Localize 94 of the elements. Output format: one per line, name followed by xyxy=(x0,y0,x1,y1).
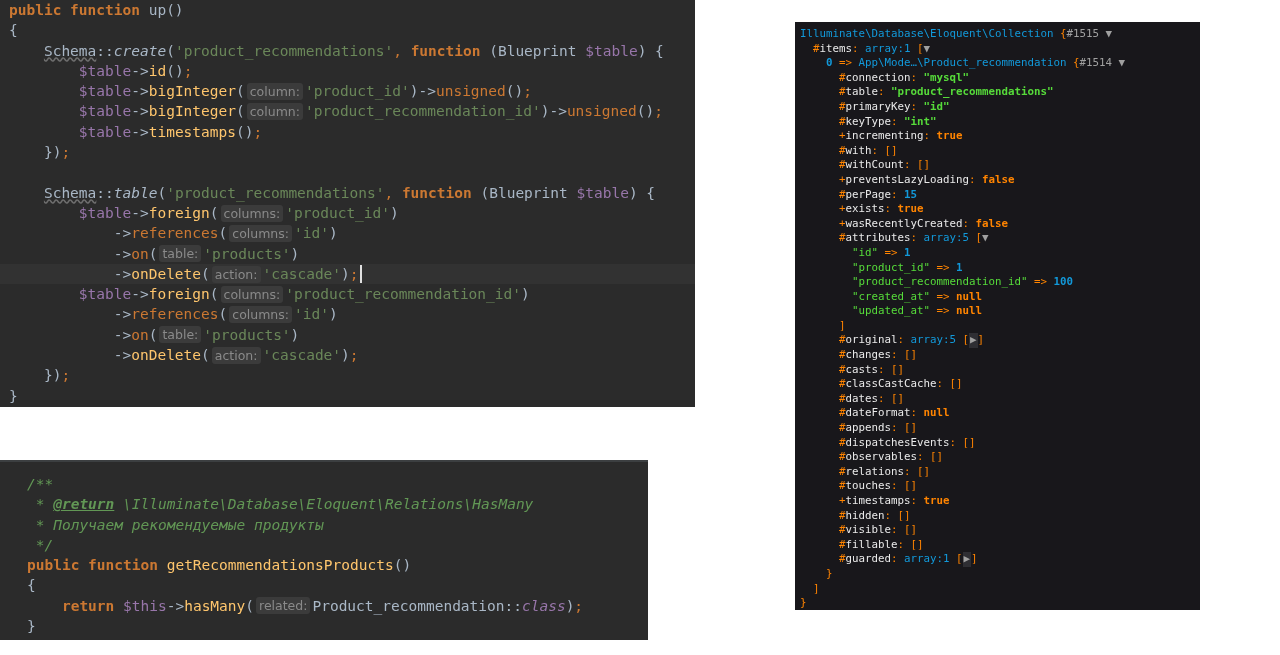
code-text: public function up() xyxy=(9,1,184,20)
parameter-hint: columns: xyxy=(229,306,292,324)
dump-text: "product_id" => 1 xyxy=(851,260,963,276)
dump-text: } xyxy=(800,596,807,611)
parameter-hint: column: xyxy=(246,103,303,121)
code-text: ->onDelete( xyxy=(112,264,210,284)
dump-text: +exists: true xyxy=(838,202,924,217)
code-text: Schema::table('product_recommendations', function (Blueprint $table) { xyxy=(42,183,656,203)
code-text: 'product_id') xyxy=(285,203,399,224)
dump-text: #appends: [] xyxy=(838,421,918,436)
dump-text: #items: array:1 [▼ xyxy=(812,41,931,57)
dump-text: #keyType: "int" xyxy=(838,114,937,130)
dump-text: #connection: "mysql" xyxy=(838,70,970,86)
dump-text: "product_recommendation_id" => 100 xyxy=(851,275,1074,290)
dump-text: #visible: [] xyxy=(838,523,918,538)
dump-text: #withCount: [] xyxy=(838,158,931,173)
dump-text: #table: "product_recommendations" xyxy=(838,85,1054,100)
dump-text: #fillable: [] xyxy=(838,537,924,553)
code-text: * @return \Illuminate\Database\Eloquent\Relations\HasMany xyxy=(34,495,534,515)
parameter-hint: columns: xyxy=(220,285,284,303)
code-text: ->references( xyxy=(112,305,228,325)
code-text: }); xyxy=(42,366,71,386)
parameter-hint: columns: xyxy=(220,204,284,222)
dump-text: ] xyxy=(812,581,820,597)
code-text: 'products') xyxy=(203,244,300,264)
code-text: $table->bigInteger( xyxy=(77,82,245,102)
dump-text: +timestamps: true xyxy=(838,494,950,509)
code-text: $table->foreign( xyxy=(77,285,219,305)
parameter-hint: action: xyxy=(211,265,261,283)
code-text: Schema::create('product_recommendations', function (Blueprint $table) { xyxy=(42,41,664,61)
dump-text: #casts: [] xyxy=(838,362,905,378)
dump-text: #touches: [] xyxy=(838,479,918,494)
code-text: /** xyxy=(27,475,54,494)
code-text: $table->id(); xyxy=(77,61,193,81)
code-text: Product_recommendation::class); xyxy=(312,596,584,617)
code-text: $table->foreign( xyxy=(77,203,219,223)
dump-text: +incrementing: true xyxy=(838,129,963,144)
dump-text: #attributes: array:5 [▼ xyxy=(838,231,989,246)
dump-text: #dates: [] xyxy=(838,391,905,407)
dump-text: +wasRecentlyCreated: false xyxy=(838,216,1009,232)
parameter-hint: table: xyxy=(159,245,202,263)
code-text: * Получаем рекомендуемые продукты xyxy=(34,515,324,535)
dump-text: +preventsLazyLoading: false xyxy=(838,172,1015,188)
code-text: { xyxy=(9,21,18,41)
parameter-hint: table: xyxy=(159,326,202,344)
dump-text: #perPage: 15 xyxy=(838,187,918,203)
dump-text: #changes: [] xyxy=(838,348,918,363)
dump-text: Illuminate\Database\Eloquent\Collection {#1515 ▼ xyxy=(800,27,1113,42)
text-cursor xyxy=(359,265,362,283)
code-text: 'product_recommendation_id') xyxy=(285,285,530,305)
dump-text: #hidden: [] xyxy=(838,508,911,524)
code-text: $table->bigInteger( xyxy=(77,102,245,122)
dump-text: 0 => App\Mode…\Product_recommendation {#1514 ▼ xyxy=(825,56,1126,71)
dump-text: } xyxy=(825,566,833,582)
code-text: $table->timestamps(); xyxy=(77,122,263,142)
code-text: }); xyxy=(42,143,71,163)
code-text: */ xyxy=(34,535,54,555)
expand-button[interactable]: ▶ xyxy=(962,552,972,567)
code-text: ->references( xyxy=(112,224,228,244)
dump-text: "updated_at" => null xyxy=(851,304,983,319)
dump-text: #relations: [] xyxy=(838,464,931,480)
dump-text: #dispatchesEvents: [] xyxy=(838,435,976,451)
expand-button[interactable]: ▶ xyxy=(969,333,978,349)
dump-text: #original: array:5 [ xyxy=(838,333,970,349)
code-text: ->on( xyxy=(112,325,158,345)
parameter-hint: related: xyxy=(256,597,311,615)
code-text: 'id') xyxy=(294,224,338,244)
code-text: 'products') xyxy=(203,325,300,345)
dump-text: "created_at" => null xyxy=(851,289,983,305)
code-text: 'cascade'); xyxy=(262,264,359,284)
dump-text: #primaryKey: "id" xyxy=(838,99,950,115)
code-text: return $this->hasMany( xyxy=(60,596,254,616)
code-text: 'cascade'); xyxy=(262,346,359,366)
parameter-hint: action: xyxy=(211,346,261,364)
code-text: ->on( xyxy=(112,244,158,264)
dump-text: "id" => 1 xyxy=(851,245,911,261)
dump-text: ] xyxy=(971,552,978,567)
dump-text: ] xyxy=(838,318,846,334)
code-text: 'id') xyxy=(294,305,338,325)
code-text: } xyxy=(27,617,36,637)
dump-text: #with: [] xyxy=(838,143,898,159)
code-text: { xyxy=(27,576,36,596)
dump-text: #observables: [] xyxy=(838,450,944,465)
code-text: public function getRecommendationsProducts() xyxy=(27,556,412,576)
code-text: } xyxy=(9,386,18,406)
parameter-hint: columns: xyxy=(229,224,292,242)
parameter-hint: column: xyxy=(246,82,303,100)
code-text: ->onDelete( xyxy=(112,346,210,366)
code-text: 'product_id')->unsigned(); xyxy=(304,82,532,102)
dump-text: #guarded: array:1 [ xyxy=(838,552,963,567)
dump-text: ] xyxy=(977,333,985,349)
dump-text: #dateFormat: null xyxy=(838,406,950,422)
dump-text: #classCastCache: [] xyxy=(838,377,963,392)
code-text: 'product_recommendation_id')->unsigned(); xyxy=(304,102,663,122)
